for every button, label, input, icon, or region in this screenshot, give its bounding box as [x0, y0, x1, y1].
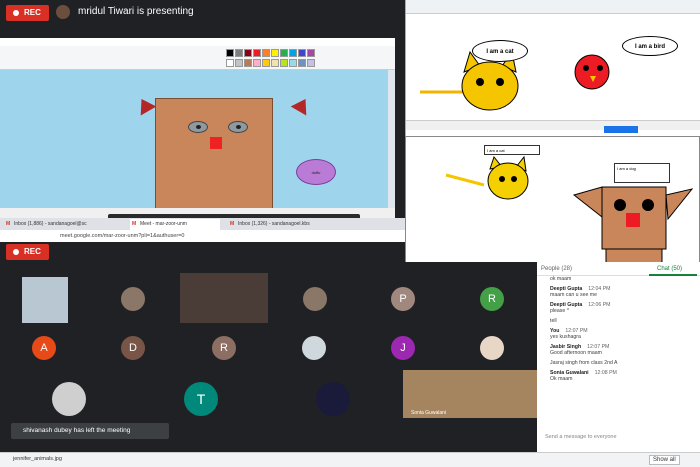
tab-people[interactable]: People (28): [541, 266, 572, 272]
downloads-bar: jennifer_animals.jpg Show all: [0, 452, 700, 467]
cat-speech-bubble: I am a cat: [472, 40, 528, 62]
presenter-avatar: [56, 5, 70, 19]
chat-message: Jasbir Singh 12:07 PM Good afternoon maam: [550, 344, 610, 356]
address-bar[interactable]: meet.google.com/mar-zoor-unm?pli=1&authu…: [0, 230, 405, 242]
participant-avatar-j[interactable]: J: [391, 336, 415, 360]
shared-image-cat-bird: I am a cat I am a bird: [405, 0, 700, 136]
shared-screen: duffu: [0, 38, 395, 218]
participant-tile-house[interactable]: [22, 277, 68, 323]
cat-speech-box: I am a cat: [484, 145, 540, 155]
chat-message: You 12:07 PM yes kushagra: [550, 328, 588, 340]
chat-input[interactable]: Send a message to everyone: [545, 434, 693, 440]
participant-avatar[interactable]: [302, 336, 326, 360]
chat-message: Deepti Gupta 12:06 PM please ^: [550, 302, 611, 314]
participant-avatar[interactable]: [303, 287, 327, 311]
chat-tabs: People (28) Chat (50): [537, 262, 700, 276]
screen: REC mridul Tiwari is presenting duffu M …: [0, 0, 700, 467]
participant-avatar-r2[interactable]: R: [212, 336, 236, 360]
browser-tab-strip: Inbox (1,886) - sandanagoel@sc Meet - ma…: [0, 218, 405, 230]
self-view[interactable]: Sonia Guwalani: [403, 370, 537, 418]
dog-speech-box: I am a dog: [614, 163, 670, 183]
chat-messages: ok maam Deepti Gupta 12:04 PM maam can u …: [550, 276, 690, 386]
download-item[interactable]: jennifer_animals.jpg: [13, 456, 62, 462]
dog-drawing: [155, 98, 273, 218]
paint-title-bar: [0, 38, 395, 46]
chat-message: Jasraj singh from class 2nd A: [550, 360, 618, 366]
dog-speech-cloud: duffu: [296, 159, 336, 185]
chat-message: Sonia Guwalani 12:08 PM Ok maam: [550, 370, 617, 382]
participant-avatar[interactable]: [121, 287, 145, 311]
tab-inbox-2[interactable]: Inbox (1,326) - sandanagoel.kbs: [228, 219, 378, 230]
participant-avatar-t[interactable]: T: [184, 382, 218, 416]
participant-video[interactable]: [180, 273, 268, 323]
cat-bird-drawing: [420, 50, 610, 111]
recording-badge-2: REC: [6, 244, 49, 260]
tab-inbox-1[interactable]: Inbox (1,886) - sandanagoel@sc: [4, 219, 124, 230]
participant-avatar-p[interactable]: P: [391, 287, 415, 311]
participant-avatar[interactable]: [480, 336, 504, 360]
chat-panel: People (28) Chat (50) ok maam Deepti Gup…: [537, 262, 700, 452]
tab-chat[interactable]: Chat (50): [657, 266, 682, 272]
presenting-text: mridul Tiwari is presenting: [78, 6, 194, 17]
meet-top-bar: REC mridul Tiwari is presenting: [0, 0, 405, 38]
leave-notification: shivanash dubey has left the meeting: [11, 423, 169, 439]
participant-avatar[interactable]: [316, 382, 350, 416]
self-name: Sonia Guwalani: [411, 410, 447, 416]
participant-avatar-d[interactable]: D: [121, 336, 145, 360]
participant-avatar-a[interactable]: A: [32, 336, 56, 360]
bird-speech-bubble: I am a bird: [622, 36, 678, 56]
participant-avatar-r[interactable]: R: [480, 287, 504, 311]
recording-badge: REC: [6, 5, 49, 21]
dog-eye-right: [228, 121, 248, 133]
cat-dog-drawing: [445, 155, 694, 264]
participant-avatar[interactable]: [52, 382, 86, 416]
shared-image-cat-dog: I am a cat I am a dog: [405, 136, 700, 267]
color-palette[interactable]: [226, 49, 316, 67]
dog-nose: [210, 137, 222, 149]
paint-ribbon: [0, 46, 395, 70]
chat-message: ok maam: [550, 276, 572, 282]
chat-message: tell: [550, 318, 557, 324]
tab-meet[interactable]: Meet - mar-zoor-unm: [130, 219, 220, 230]
show-all-button[interactable]: Show all: [649, 455, 680, 465]
chat-message: Deepti Gupta 12:04 PM maam can u see me: [550, 286, 611, 298]
dog-eye-left: [188, 121, 208, 133]
